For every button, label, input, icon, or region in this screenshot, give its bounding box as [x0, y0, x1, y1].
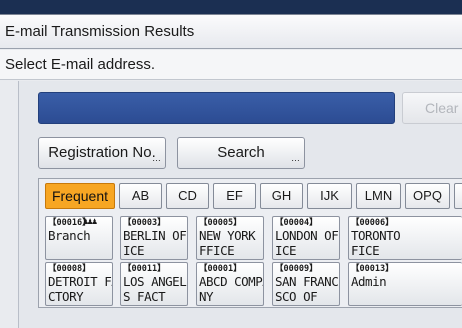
tab-cd[interactable]: CD [166, 183, 209, 209]
entry-number: 【00008】 [48, 264, 91, 274]
registration-no-label: Registration No. [48, 144, 156, 161]
entry-number: 【00009】 [275, 264, 318, 274]
address-entry[interactable]: 【00016】 ♟♟♟ Branch [45, 216, 113, 260]
entry-number: 【00005】 [199, 218, 242, 228]
address-entry[interactable]: 【00009】 SAN FRANCI SCO OF [272, 262, 340, 306]
entry-name-line2: NY [199, 289, 214, 304]
address-entry[interactable]: 【00001】 ABCD COMPA NY [196, 262, 264, 306]
entry-name-line1: LONDON OFF [275, 228, 340, 243]
tab-ab[interactable]: AB [119, 183, 162, 209]
entry-name-line1: BERLIN OFF [123, 228, 188, 243]
tab-ef[interactable]: EF [213, 183, 256, 209]
more-dots-icon: … [291, 153, 300, 163]
entry-name-line1: SAN FRANCI [275, 274, 340, 289]
entry-name-line1: NEW YORK O [199, 228, 264, 243]
entry-name-line2: FFICE [199, 243, 235, 258]
tab-gh[interactable]: GH [260, 183, 303, 209]
entry-name-line1: DETROIT FA [48, 274, 113, 289]
tab-ijk[interactable]: IJK [307, 183, 352, 209]
address-entry[interactable]: 【00013】 Admin [348, 262, 462, 306]
address-entry[interactable]: 【00005】 NEW YORK O FFICE [196, 216, 264, 260]
registration-no-button[interactable]: Registration No. … [38, 137, 166, 169]
entry-number: 【00006】 [351, 218, 394, 228]
address-field[interactable] [38, 92, 395, 124]
entry-name-line1: LOS ANGELE [123, 274, 188, 289]
entry-number: 【00013】 [351, 264, 394, 274]
entry-number: 【00001】 [199, 264, 242, 274]
entry-name-line2: CTORY [48, 289, 84, 304]
entry-name-line1: TORONTO [351, 228, 401, 243]
address-entry[interactable]: 【00006】 TORONTO FICE [348, 216, 462, 260]
search-button[interactable]: Search … [177, 137, 305, 169]
address-entry[interactable]: 【00004】 LONDON OFF ICE [272, 216, 340, 260]
entry-name-line2: FICE [351, 243, 380, 258]
tab-frequent[interactable]: Frequent [45, 183, 115, 209]
entry-number: 【00004】 [275, 218, 318, 228]
entry-number: 【00011】 [123, 264, 166, 274]
address-entry[interactable]: 【00003】 BERLIN OFF ICE [120, 216, 188, 260]
tab-opq[interactable]: OPQ [405, 183, 450, 209]
entry-name-line2: S FACT [123, 289, 166, 304]
address-entry[interactable]: 【00011】 LOS ANGELE S FACT [120, 262, 188, 306]
entry-name-line1: Admin [351, 274, 387, 289]
clear-button[interactable]: Clear [402, 92, 462, 124]
entry-name-line2: SCO OF [275, 289, 318, 304]
entry-name-line2: ICE [123, 243, 145, 258]
entry-name-line1: ABCD COMPA [199, 274, 264, 289]
more-dots-icon: … [152, 153, 161, 163]
entry-name-line1: Branch [48, 228, 91, 243]
top-strip [0, 0, 462, 14]
tab-next[interactable] [454, 183, 462, 209]
entry-name-line2: ICE [275, 243, 297, 258]
group-icon: ♟♟♟ [83, 217, 97, 227]
search-label: Search [217, 144, 265, 161]
instruction-text: Select E-mail address. [0, 50, 462, 80]
entry-number: 【00003】 [123, 218, 166, 228]
tab-lmn[interactable]: LMN [356, 183, 401, 209]
window-title: E-mail Transmission Results [0, 15, 462, 49]
address-entry[interactable]: 【00008】 DETROIT FA CTORY [45, 262, 113, 306]
